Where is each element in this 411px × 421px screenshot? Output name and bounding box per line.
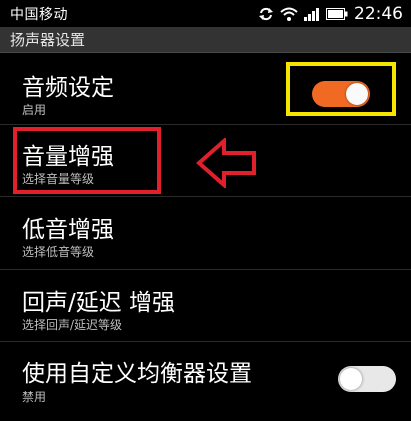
setting-custom-equalizer[interactable]: 使用自定义均衡器设置 禁用 (0, 342, 411, 421)
toggle-knob (340, 368, 362, 390)
equalizer-toggle[interactable] (338, 366, 396, 392)
clock: 22:46 (354, 3, 403, 24)
setting-title: 低音增强 (22, 217, 114, 243)
section-header: 扬声器设置 (0, 27, 411, 53)
setting-title: 回声/延迟 增强 (22, 290, 176, 316)
setting-title: 音频设定 (22, 75, 114, 101)
setting-echo-boost[interactable]: 回声/延迟 增强 选择回声/延迟等级 (0, 270, 411, 342)
signal-icon (304, 7, 320, 21)
highlight-box-red (13, 127, 161, 194)
carrier-name: 中国移动 (10, 6, 68, 23)
arrow-left-icon (196, 138, 256, 188)
setting-subtitle: 选择低音等级 (22, 245, 95, 259)
wifi-icon (280, 7, 298, 21)
highlight-box-yellow (286, 62, 396, 116)
setting-subtitle: 启用 (22, 103, 47, 117)
sync-icon (258, 7, 274, 21)
battery-icon (326, 7, 348, 20)
setting-subtitle: 禁用 (22, 390, 47, 404)
status-bar: 中国移动 22:46 (0, 0, 411, 27)
setting-subtitle: 选择回声/延迟等级 (22, 318, 123, 332)
status-icons: 22:46 (258, 4, 403, 24)
setting-title: 使用自定义均衡器设置 (22, 361, 252, 387)
setting-bass-boost[interactable]: 低音增强 选择低音等级 (0, 197, 411, 270)
